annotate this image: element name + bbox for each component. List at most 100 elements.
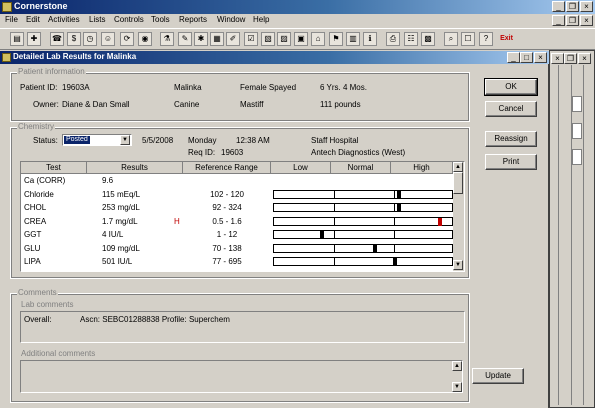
patient-species: Canine bbox=[174, 100, 200, 109]
update-button[interactable]: Update bbox=[472, 368, 524, 384]
patient-breed: Mastiff bbox=[240, 100, 264, 109]
menu-activities[interactable]: Activities bbox=[48, 15, 80, 24]
menu-edit[interactable]: Edit bbox=[26, 15, 40, 24]
tag-icon[interactable]: ⚑ bbox=[329, 32, 343, 46]
reassign-button[interactable]: Reassign bbox=[485, 131, 537, 147]
table-row[interactable]: CREA 1.7 mg/dL H 0.5 - 1.6 bbox=[21, 215, 453, 229]
range-divider bbox=[394, 217, 395, 225]
schedule-icon[interactable]: ◷ bbox=[83, 32, 97, 46]
cancel-button[interactable]: Cancel bbox=[485, 101, 537, 117]
overall-label: Overall: bbox=[24, 315, 52, 324]
test-result: 109 mg/dL bbox=[102, 243, 140, 253]
column-header-normal[interactable]: Normal bbox=[331, 162, 391, 174]
result-marker bbox=[396, 204, 401, 212]
chemistry-date: 5/5/2008 bbox=[142, 136, 174, 145]
high-flag: H bbox=[174, 216, 180, 226]
dialog-close-button[interactable]: × bbox=[534, 52, 547, 63]
column-header-high[interactable]: High bbox=[391, 162, 453, 174]
ok-button[interactable]: OK bbox=[484, 78, 538, 96]
scroll-down-icon[interactable]: ▼ bbox=[453, 260, 463, 270]
exit-button[interactable]: Exit bbox=[498, 32, 515, 46]
info-icon[interactable]: ℹ bbox=[363, 32, 377, 46]
tasks-icon[interactable]: ☐ bbox=[461, 32, 475, 46]
patients-icon[interactable]: ☺ bbox=[101, 32, 115, 46]
column-header-reference-range[interactable]: Reference Range bbox=[183, 162, 271, 174]
pencil-icon[interactable]: ✐ bbox=[226, 32, 240, 46]
inventory-icon[interactable]: ▧ bbox=[261, 32, 275, 46]
print-button[interactable]: Print bbox=[485, 154, 537, 170]
lab-icon[interactable]: ⚗ bbox=[160, 32, 174, 46]
app-icon bbox=[2, 2, 12, 12]
dialog-minimize-button[interactable]: _ bbox=[507, 52, 520, 63]
menu-controls[interactable]: Controls bbox=[114, 15, 144, 24]
document-icon[interactable]: ▤ bbox=[10, 32, 24, 46]
test-name: Ca (CORR) bbox=[24, 176, 66, 185]
test-result: 9.6 bbox=[102, 176, 114, 185]
report-icon[interactable]: ▨ bbox=[277, 32, 291, 46]
bg-window-restore-button[interactable]: ❐ bbox=[564, 53, 577, 64]
restore-button[interactable]: ❐ bbox=[566, 1, 579, 12]
clipboard-icon[interactable]: ▥ bbox=[346, 32, 360, 46]
forms-icon[interactable]: ▩ bbox=[421, 32, 435, 46]
scroll-thumb[interactable] bbox=[453, 172, 463, 194]
child-minimize-button[interactable]: _ bbox=[552, 15, 565, 26]
bg-window-close-button[interactable]: × bbox=[551, 53, 564, 64]
table-row[interactable]: CHOL 253 mg/dL 92 - 324 bbox=[21, 201, 453, 215]
whiteboard-icon[interactable]: ▦ bbox=[210, 32, 224, 46]
range-bar bbox=[273, 230, 453, 239]
results-scrollbar[interactable]: ▲ ▼ bbox=[453, 162, 464, 271]
contacts-icon[interactable]: ☷ bbox=[404, 32, 418, 46]
table-row[interactable]: Ca (CORR) 9.6 bbox=[21, 174, 453, 188]
scroll-down-icon[interactable]: ▼ bbox=[452, 382, 462, 392]
column-header-low[interactable]: Low bbox=[271, 162, 331, 174]
dialog-restore-button[interactable]: □ bbox=[520, 52, 533, 63]
menu-lists[interactable]: Lists bbox=[89, 15, 105, 24]
additional-comments-field[interactable]: ▲ ▼ bbox=[20, 360, 463, 393]
test-result: 4 IU/L bbox=[102, 230, 124, 239]
table-row[interactable]: Chloride 115 mEq/L 102 - 120 bbox=[21, 188, 453, 202]
column-header-test[interactable]: Test bbox=[21, 162, 87, 174]
notes-icon[interactable]: ☑ bbox=[244, 32, 258, 46]
table-row[interactable]: GLU 109 mg/dL 70 - 138 bbox=[21, 242, 453, 256]
vaccine-icon[interactable]: ✱ bbox=[194, 32, 208, 46]
menu-help[interactable]: Help bbox=[253, 15, 269, 24]
menu-file[interactable]: File bbox=[5, 15, 18, 24]
scroll-up-icon[interactable]: ▲ bbox=[453, 162, 463, 172]
dollar-icon[interactable]: $ bbox=[67, 32, 81, 46]
bg-window-tab[interactable] bbox=[572, 123, 582, 139]
range-divider bbox=[394, 231, 395, 238]
menu-reports[interactable]: Reports bbox=[179, 15, 207, 24]
table-row[interactable]: GGT 4 IU/L 1 - 12 bbox=[21, 228, 453, 242]
scroll-up-icon[interactable]: ▲ bbox=[452, 361, 462, 371]
boarding-icon[interactable]: ⌂ bbox=[311, 32, 325, 46]
background-window: × ❐ × bbox=[549, 50, 595, 408]
range-bar bbox=[273, 203, 453, 212]
column-header-results[interactable]: Results bbox=[87, 162, 183, 174]
child-restore-button[interactable]: ❐ bbox=[566, 15, 579, 26]
child-close-button[interactable]: × bbox=[580, 15, 593, 26]
status-select[interactable]: Posted ▼ bbox=[62, 134, 132, 146]
menu-window[interactable]: Window bbox=[217, 15, 245, 24]
table-row[interactable]: LIPA 501 IU/L 77 - 695 bbox=[21, 255, 453, 269]
printer-icon[interactable]: ⎙ bbox=[386, 32, 400, 46]
calendar-icon[interactable]: ▣ bbox=[294, 32, 308, 46]
range-bar bbox=[273, 216, 453, 226]
bg-window-close-button-2[interactable]: × bbox=[578, 53, 591, 64]
close-button[interactable]: × bbox=[580, 1, 593, 12]
help-icon[interactable]: ? bbox=[479, 32, 493, 46]
range-divider bbox=[394, 204, 395, 211]
chevron-down-icon[interactable]: ▼ bbox=[120, 135, 130, 145]
bg-window-tab[interactable] bbox=[572, 96, 582, 112]
menu-tools[interactable]: Tools bbox=[151, 15, 170, 24]
reminders-icon[interactable]: ⟳ bbox=[120, 32, 134, 46]
phone-icon[interactable]: ☎ bbox=[50, 32, 64, 46]
diagnostic-icon[interactable]: ✎ bbox=[178, 32, 192, 46]
medical-chart-icon[interactable]: ✚ bbox=[27, 32, 41, 46]
test-name: Chloride bbox=[24, 189, 54, 199]
minimize-button[interactable]: _ bbox=[552, 1, 565, 12]
bg-window-tab[interactable] bbox=[572, 149, 582, 165]
search-icon[interactable]: ⌕ bbox=[444, 32, 458, 46]
visits-icon[interactable]: ◉ bbox=[138, 32, 152, 46]
additional-comments-scrollbar[interactable]: ▲ ▼ bbox=[452, 361, 462, 392]
staff-name: Staff Hospital bbox=[311, 136, 359, 145]
